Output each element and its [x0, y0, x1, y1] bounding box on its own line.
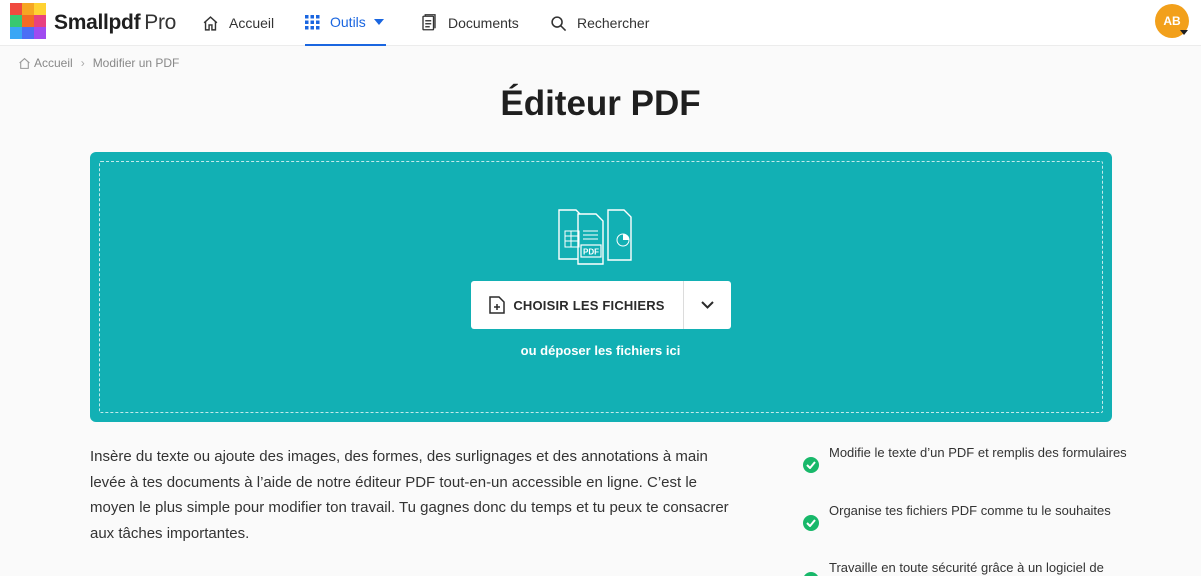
feature-item: Travaille en toute sécurité grâce à un l…	[800, 557, 1130, 576]
brand-name[interactable]: Smallpdf Pro	[54, 11, 176, 35]
feature-item: Organise tes fichiers PDF comme tu le so…	[800, 500, 1130, 531]
add-file-icon	[489, 296, 506, 314]
breadcrumb-separator: ›	[80, 56, 85, 70]
nav-search[interactable]: Rechercher	[550, 0, 649, 46]
choose-files-button[interactable]: CHOISIR LES FICHIERS	[471, 281, 683, 329]
upload-source-dropdown-button[interactable]	[683, 281, 731, 329]
feature-text: Organise tes fichiers PDF comme tu le so…	[829, 503, 1111, 518]
feature-item: Modifie le texte d’un PDF et remplis des…	[800, 442, 1130, 473]
chevron-down-icon	[701, 301, 714, 309]
nav-documents-label: Documents	[448, 15, 519, 31]
nav-tools[interactable]: Outils	[305, 0, 386, 46]
nav-search-label: Rechercher	[577, 15, 650, 31]
feature-text: Travaille en toute sécurité grâce à un l…	[829, 560, 1104, 575]
page-title: Éditeur PDF	[500, 84, 701, 123]
feature-text: Modifie le texte d’un PDF et remplis des…	[829, 445, 1127, 460]
brand-tier: Pro	[144, 11, 177, 34]
avatar-caret-icon[interactable]	[1180, 30, 1188, 35]
check-circle-icon	[803, 457, 819, 473]
nav-home[interactable]: Accueil	[202, 0, 274, 46]
drop-files-hint: ou déposer les fichiers ici	[520, 343, 681, 358]
grid-icon	[305, 14, 320, 29]
brand-wordmark: Smallpdf	[54, 11, 141, 34]
nav-home-label: Accueil	[229, 15, 275, 31]
caret-down-icon	[373, 19, 384, 25]
tool-description: Insère du texte ou ajoute des images, de…	[90, 448, 729, 542]
search-icon	[551, 15, 567, 31]
top-navigation-bar: Smallpdf Pro Accueil Outils Documents Rec…	[0, 0, 1201, 46]
nav-tools-label: Outils	[330, 14, 366, 30]
check-circle-icon	[803, 515, 819, 531]
nav-documents[interactable]: Documents	[420, 0, 519, 46]
breadcrumb-current: Modifier un PDF	[92, 56, 180, 70]
smallpdf-logo-icon[interactable]	[10, 3, 46, 39]
check-circle-icon	[803, 572, 819, 576]
choose-files-label: CHOISIR LES FICHIERS	[513, 297, 665, 313]
breadcrumb-home-link[interactable]: Accueil	[34, 56, 73, 70]
documents-icon	[422, 14, 436, 31]
pdf-badge-label: PDF	[583, 248, 599, 257]
home-icon	[19, 57, 30, 69]
breadcrumb: Accueil › Modifier un PDF	[18, 56, 179, 70]
files-illustration-icon: PDF	[558, 209, 632, 265]
home-icon	[203, 15, 218, 31]
